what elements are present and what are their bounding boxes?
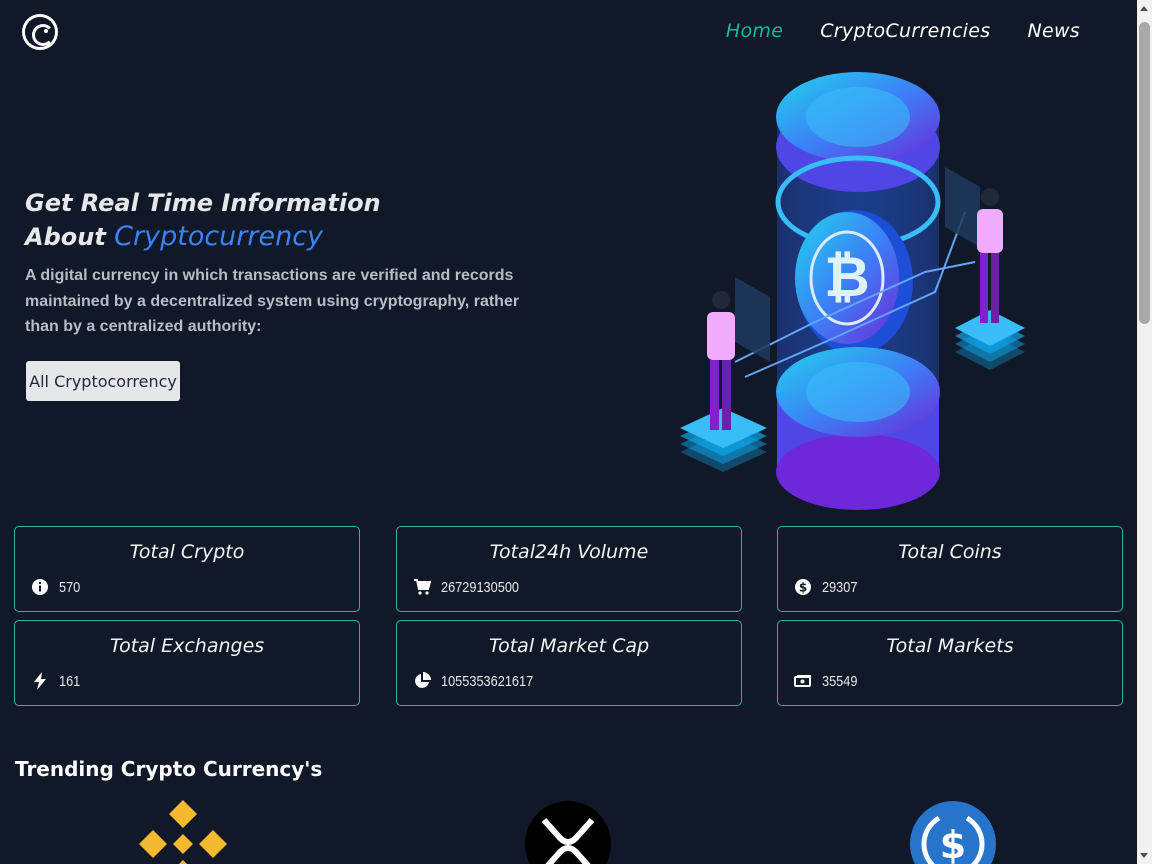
hero-description: A digital currency in which transactions…	[25, 267, 520, 335]
stat-title: Total Crypto	[129, 541, 245, 563]
stat-value: 1055353621617	[441, 673, 534, 690]
pie-chart-icon	[415, 672, 431, 688]
nav-cryptocurrencies[interactable]: CryptoCurrencies	[820, 20, 990, 42]
svg-text:$: $	[940, 823, 966, 864]
cart-icon	[414, 579, 431, 595]
stat-value: 35549	[822, 673, 858, 690]
stat-title: Total Markets	[886, 635, 1014, 657]
logo-icon[interactable]	[22, 14, 58, 50]
scrollbar-thumb[interactable]	[1139, 22, 1150, 324]
xrp-icon[interactable]	[524, 800, 612, 864]
stat-value: 29307	[822, 579, 858, 596]
stat-title: Total24h Volume	[489, 541, 649, 563]
usdc-icon[interactable]: $	[909, 800, 997, 864]
stat-title: Total Coins	[898, 541, 1002, 563]
scroll-up-icon[interactable]	[1140, 6, 1148, 11]
svg-text:$: $	[799, 581, 807, 595]
money-icon	[794, 675, 811, 687]
binance-coin-icon[interactable]	[139, 800, 227, 864]
stat-title: Total Exchanges	[109, 635, 265, 657]
hero-title-line1: Get Real Time Information	[25, 189, 381, 217]
stat-card-total-exchanges: Total Exchanges 161	[14, 620, 360, 706]
stat-card-total24h-volume: Total24h Volume 26729130500	[396, 526, 742, 612]
dollar-circle-icon: $	[795, 579, 811, 595]
stat-card-total-crypto: Total Crypto 570	[14, 526, 360, 612]
stat-card-total-markets: Total Markets 35549	[777, 620, 1123, 706]
all-cryptocurrency-button[interactable]: All Cryptocorrency	[26, 361, 180, 401]
stat-title: Total Market Cap	[488, 635, 650, 657]
info-icon	[32, 579, 48, 595]
vertical-scrollbar[interactable]	[1137, 0, 1152, 864]
hero-title-accent: Cryptocurrency	[114, 221, 324, 252]
stat-value: 570	[59, 579, 81, 596]
hero-title: Get Real Time Information About Cryptocu…	[25, 186, 585, 254]
nav-news[interactable]: News	[1027, 20, 1080, 42]
main-nav: Home CryptoCurrencies News	[726, 20, 1080, 42]
stat-value: 161	[59, 673, 81, 690]
scroll-down-icon[interactable]	[1140, 853, 1148, 858]
stat-value: 26729130500	[441, 579, 520, 596]
trending-title: Trending Crypto Currency's	[15, 757, 323, 781]
crypto-illustration: ₿	[680, 72, 1025, 510]
stat-card-total-coins: Total Coins $ 29307	[777, 526, 1123, 612]
bolt-icon	[34, 672, 46, 690]
hero-title-prefix: About	[25, 223, 115, 251]
nav-home[interactable]: Home	[726, 20, 783, 42]
stat-card-total-market-cap: Total Market Cap 1055353621617	[396, 620, 742, 706]
